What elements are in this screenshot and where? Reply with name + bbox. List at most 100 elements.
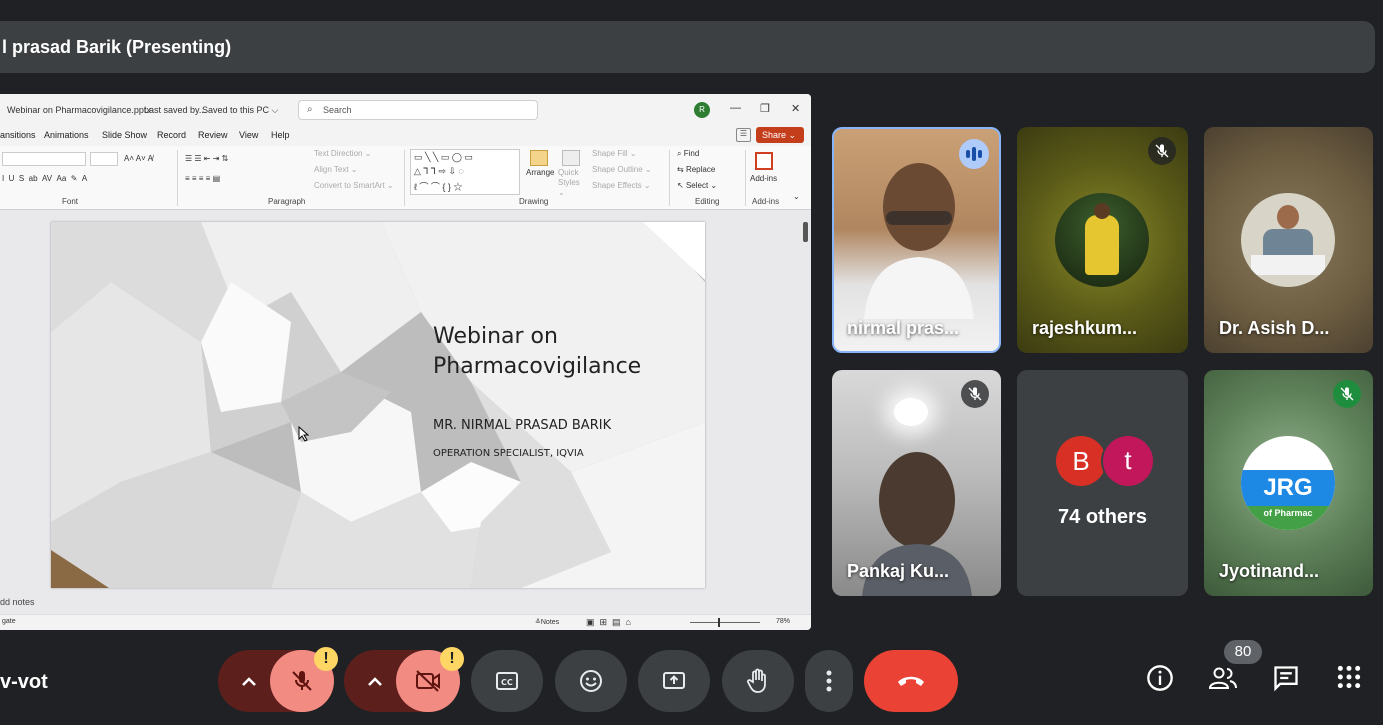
avatar-t: t [1103, 436, 1153, 486]
menu-help[interactable]: Help [271, 130, 290, 140]
font-name-box[interactable] [2, 152, 86, 166]
mic-options-chevron-icon[interactable] [241, 674, 257, 688]
ppt-search-box[interactable]: ⌕ Search [298, 100, 538, 120]
ribbon-group-font: Font [62, 197, 79, 206]
chat-icon[interactable] [1272, 664, 1300, 692]
mouse-cursor-icon [298, 426, 310, 442]
menu-slide-show[interactable]: Slide Show [102, 130, 147, 140]
list-icons[interactable]: ☰ ☰ ⇤ ⇥ ⇅ [185, 154, 228, 163]
share-button[interactable]: Share ⌄ [756, 127, 804, 143]
shape-icons-row1: ▭ ╲ ╲ ▭ ◯ ▭ [414, 152, 473, 162]
text-direction[interactable]: Text Direction ⌄ [314, 149, 371, 158]
avatar-b: B [1056, 436, 1106, 486]
emoji-icon [580, 670, 602, 692]
participant-tile-pankaj[interactable]: Pankaj Ku... [832, 370, 1001, 596]
camera-options-chevron-icon[interactable] [367, 674, 383, 688]
add-notes-hint[interactable]: dd notes [0, 597, 35, 607]
participant-avatar-photo [1055, 193, 1149, 287]
font-format-icons[interactable]: I U S ab AV Aa ✎ A [2, 174, 87, 183]
slide-scroll-thumb[interactable] [803, 222, 808, 242]
menu-animations[interactable]: Animations [44, 130, 89, 140]
ceiling-light [894, 398, 928, 426]
shape-effects[interactable]: Shape Effects ⌄ [592, 181, 651, 190]
slide-title-line2: Pharmacovigilance [433, 354, 642, 379]
notes-button[interactable]: ≙Notes [535, 618, 559, 626]
select-button[interactable]: ↖ Select ⌄ [677, 181, 717, 190]
quick-styles-label[interactable]: Quick Styles ⌄ [558, 168, 584, 198]
participant-tile-others[interactable]: B t 74 others [1017, 370, 1188, 596]
raise-hand-button[interactable] [722, 650, 794, 712]
ppt-saved-location[interactable]: Saved to this PC ⌵ [202, 105, 278, 116]
more-vert-icon [826, 670, 832, 692]
ppt-statusbar: gate ≙Notes ▣ ⊞ ▤ ⌂ 78% [0, 614, 811, 630]
addins-icon[interactable] [755, 152, 773, 170]
participant-tile-jyotinand[interactable]: JRG of Pharmac Jyotinand... [1204, 370, 1373, 596]
camera-warning-icon[interactable]: ! [440, 647, 464, 671]
quick-styles-icon[interactable] [562, 150, 580, 166]
grow-font-icon[interactable]: A˄ A˅ A̸ [124, 154, 153, 163]
end-call-button[interactable] [864, 650, 958, 712]
ppt-file-title: Webinar on Pharmacovigilance.pptx [7, 105, 151, 115]
status-left-text: gate [2, 618, 16, 625]
convert-smartart[interactable]: Convert to SmartArt ⌄ [314, 181, 394, 190]
ribbon-collapse-icon[interactable]: ⌄ [793, 192, 800, 201]
ribbon-group-addins: Add-ins [752, 197, 780, 206]
zoom-slider-thumb[interactable] [718, 618, 720, 627]
arrange-label[interactable]: Arrange [526, 168, 554, 177]
slide-background-art [51, 222, 705, 588]
menu-transitions[interactable]: ansitions [0, 130, 36, 140]
comments-icon[interactable]: ☰ [736, 128, 751, 142]
jrg-logo-avatar: JRG of Pharmac [1241, 436, 1335, 530]
minimize-icon[interactable]: — [730, 102, 741, 114]
account-avatar[interactable]: R [694, 102, 710, 118]
present-screen-button[interactable] [638, 650, 710, 712]
addins-button[interactable]: Add-ins [750, 174, 777, 183]
shape-fill[interactable]: Shape Fill ⌄ [592, 149, 637, 158]
hang-up-icon [898, 676, 924, 686]
arrange-icon[interactable] [530, 150, 548, 166]
more-options-button[interactable] [805, 650, 853, 712]
zoom-slider[interactable] [690, 622, 760, 623]
raise-hand-icon [747, 668, 766, 693]
ribbon-divider [745, 150, 746, 206]
mic-muted-icon [1148, 137, 1176, 165]
shape-outline[interactable]: Shape Outline ⌄ [592, 165, 652, 174]
ppt-menubar: ansitions Animations Slide Show Record R… [0, 124, 811, 146]
zoom-level[interactable]: 78% [776, 618, 790, 625]
restore-icon[interactable]: ❐ [760, 102, 770, 115]
font-size-box[interactable] [90, 152, 118, 166]
captions-button[interactable]: CC [471, 650, 543, 712]
people-icon[interactable] [1208, 664, 1238, 692]
close-icon[interactable]: ✕ [791, 102, 800, 115]
shared-screen: Webinar on Pharmacovigilance.pptx Last s… [0, 94, 811, 630]
shapes-gallery[interactable]: ▭ ╲ ╲ ▭ ◯ ▭ △ ⅂ ⅂ ⇨ ⇩ ◌ ℓ ⌒ ⌒ { } ☆ [410, 149, 520, 195]
menu-view[interactable]: View [239, 130, 258, 140]
menu-record[interactable]: Record [157, 130, 186, 140]
present-screen-icon [663, 672, 685, 689]
search-icon: ⌕ [307, 104, 313, 115]
participant-tile-asish[interactable]: Dr. Asish D... [1204, 127, 1373, 353]
meeting-info-icon[interactable] [1146, 664, 1174, 692]
participant-tile-rajesh[interactable]: rajeshkum... [1017, 127, 1188, 353]
slide-scrollbar[interactable] [801, 218, 810, 590]
speaking-indicator-icon [959, 139, 989, 169]
reactions-button[interactable] [555, 650, 627, 712]
jrg-logo-text: JRG [1263, 474, 1313, 501]
slide-title: Webinar on Pharmacovigilance [433, 322, 641, 382]
ribbon-divider [177, 150, 178, 206]
align-icons[interactable]: ≡ ≡ ≡ ≡ ▤ [185, 174, 220, 183]
mic-warning-icon[interactable]: ! [314, 647, 338, 671]
align-text[interactable]: Align Text ⌄ [314, 165, 357, 174]
menu-review[interactable]: Review [198, 130, 228, 140]
participant-tile-nirmal[interactable]: nirmal pras... [832, 127, 1001, 353]
slide-canvas[interactable]: Webinar on Pharmacovigilance MR. NIRMAL … [51, 222, 705, 588]
activities-grid-icon[interactable] [1336, 664, 1362, 690]
replace-button[interactable]: ⇆ Replace [677, 165, 715, 174]
ribbon-group-paragraph: Paragraph [268, 197, 306, 206]
meeting-code: v-vot [0, 671, 48, 693]
find-button[interactable]: ⌕ Find [677, 149, 699, 159]
view-mode-icons[interactable]: ▣ ⊞ ▤ ⌂ [586, 617, 631, 628]
participant-name: rajeshkum... [1032, 318, 1138, 338]
ribbon-group-drawing: Drawing [519, 197, 549, 206]
participant-video-figure [864, 163, 974, 319]
